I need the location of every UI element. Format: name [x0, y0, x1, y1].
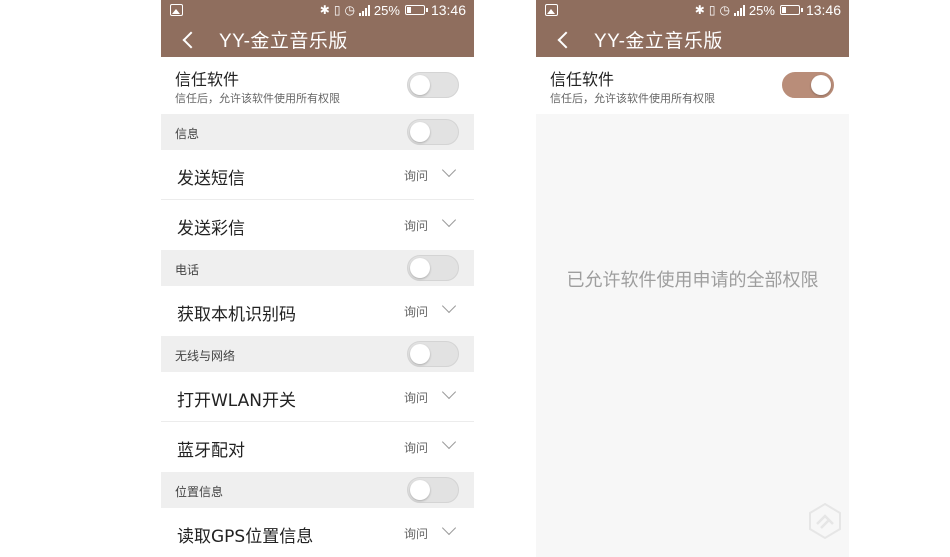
status-time: 13:46 [430, 2, 466, 18]
trust-app-title: 信任软件 [175, 70, 240, 89]
toggle-knob [410, 344, 430, 364]
permission-value: 询问 [403, 305, 428, 319]
section-header-phone: 电话 [161, 250, 474, 286]
chevron-down-icon[interactable] [441, 434, 457, 450]
watermark-logo-icon [809, 502, 841, 540]
all-permissions-granted-message: 已允许软件使用申请的全部权限 [566, 270, 819, 291]
image-notification-icon [170, 4, 183, 16]
bluetooth-icon: ✱ [694, 3, 705, 17]
permission-name: 读取GPS位置信息 [177, 527, 314, 547]
section-toggle-location[interactable] [407, 477, 459, 503]
phone-screen-left: ✱ ▯ ◷ 25% 13:46 YY-金立音乐版 信任软件 信任后，允许该软件使… [161, 0, 474, 557]
back-arrow-icon[interactable] [182, 31, 200, 48]
permission-row-wlan[interactable]: 打开WLAN开关 询问 [161, 372, 474, 422]
signal-icon [733, 4, 745, 16]
permission-value: 询问 [403, 391, 428, 405]
permission-row-bluetooth[interactable]: 蓝牙配对 询问 [161, 422, 474, 472]
alarm-icon: ◷ [344, 3, 355, 17]
toggle-knob [811, 75, 831, 95]
permission-name: 发送短信 [177, 169, 245, 189]
section-toggle-phone[interactable] [407, 255, 459, 281]
permission-value: 询问 [403, 441, 428, 455]
permission-name: 获取本机识别码 [177, 305, 296, 325]
section-label: 无线与网络 [175, 349, 236, 363]
phone-screen-right: ✱ ▯ ◷ 25% 13:46 YY-金立音乐版 信任软件 信任后，允许该软件使… [536, 0, 849, 557]
trust-app-title: 信任软件 [550, 70, 615, 89]
permission-value: 询问 [403, 527, 428, 541]
app-header: ✱ ▯ ◷ 25% 13:46 YY-金立音乐版 [536, 0, 849, 57]
permission-row-send-sms[interactable]: 发送短信 询问 [161, 150, 474, 200]
trust-app-row: 信任软件 信任后，允许该软件使用所有权限 [161, 57, 474, 114]
app-header: ✱ ▯ ◷ 25% 13:46 YY-金立音乐版 [161, 0, 474, 57]
trust-app-subtitle: 信任后，允许该软件使用所有权限 [175, 92, 340, 105]
permission-row-gps[interactable]: 读取GPS位置信息 询问 [161, 508, 474, 557]
chevron-down-icon[interactable] [441, 298, 457, 314]
permission-row-device-id[interactable]: 获取本机识别码 询问 [161, 286, 474, 336]
permission-row-send-mms[interactable]: 发送彩信 询问 [161, 200, 474, 250]
trust-app-row: 信任软件 信任后，允许该软件使用所有权限 [536, 57, 849, 114]
battery-percent: 25% [748, 2, 775, 18]
permission-value: 询问 [403, 169, 428, 183]
section-header-network: 无线与网络 [161, 336, 474, 372]
section-label: 位置信息 [175, 485, 224, 499]
battery-percent: 25% [373, 2, 400, 18]
status-icons: ✱ ▯ ◷ 25% 13:46 [695, 2, 841, 18]
back-arrow-icon[interactable] [557, 31, 575, 48]
alarm-icon: ◷ [719, 3, 730, 17]
status-time: 13:46 [805, 2, 841, 18]
signal-icon [358, 4, 370, 16]
permission-name: 蓝牙配对 [177, 441, 245, 461]
status-bar: ✱ ▯ ◷ 25% 13:46 [161, 0, 474, 22]
battery-icon [404, 5, 428, 15]
chevron-down-icon[interactable] [441, 212, 457, 228]
trust-app-toggle[interactable] [782, 72, 834, 98]
page-title: YY-金立音乐版 [219, 31, 348, 52]
trust-app-subtitle: 信任后，允许该软件使用所有权限 [550, 92, 715, 105]
chevron-down-icon[interactable] [441, 384, 457, 400]
vibrate-icon: ▯ [708, 3, 716, 17]
image-notification-icon [545, 4, 558, 16]
section-toggle-messages[interactable] [407, 119, 459, 145]
toggle-knob [410, 258, 430, 278]
chevron-down-icon[interactable] [441, 162, 457, 178]
section-header-messages: 信息 [161, 114, 474, 150]
permissions-body [536, 114, 849, 557]
vibrate-icon: ▯ [333, 3, 341, 17]
page-title: YY-金立音乐版 [594, 31, 723, 52]
toggle-knob [410, 480, 430, 500]
section-label: 信息 [175, 127, 200, 141]
status-icons: ✱ ▯ ◷ 25% 13:46 [320, 2, 466, 18]
chevron-down-icon[interactable] [441, 520, 457, 536]
toggle-knob [410, 75, 430, 95]
permission-name: 发送彩信 [177, 219, 245, 239]
section-header-location: 位置信息 [161, 472, 474, 508]
battery-icon [779, 5, 803, 15]
trust-app-toggle[interactable] [407, 72, 459, 98]
permission-value: 询问 [403, 219, 428, 233]
toggle-knob [410, 122, 430, 142]
section-toggle-network[interactable] [407, 341, 459, 367]
status-bar: ✱ ▯ ◷ 25% 13:46 [536, 0, 849, 22]
section-label: 电话 [175, 263, 200, 277]
bluetooth-icon: ✱ [319, 3, 330, 17]
permission-name: 打开WLAN开关 [177, 391, 297, 411]
